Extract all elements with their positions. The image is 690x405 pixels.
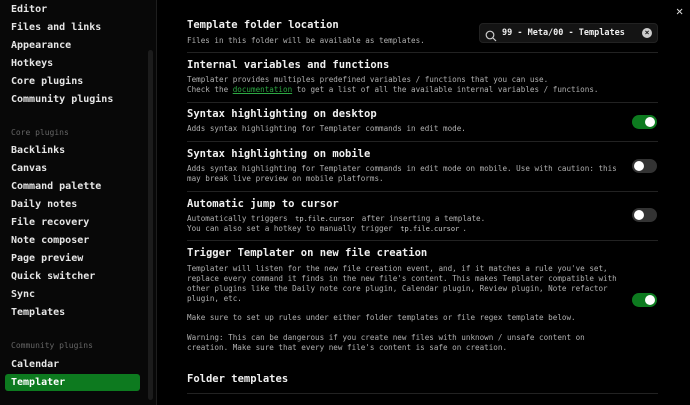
sidebar-item-calendar[interactable]: Calendar: [5, 356, 140, 373]
divider: [187, 102, 658, 103]
sidebar-item-command-palette[interactable]: Command palette: [5, 178, 140, 195]
internal-vars-desc: Templater provides multiples predefined …: [187, 75, 549, 84]
sidebar-item-appearance[interactable]: Appearance: [5, 37, 140, 54]
desc-text: Automatically triggers: [187, 214, 293, 223]
trigger-title: Trigger Templater on new file creation: [187, 247, 428, 259]
syntax-desktop-toggle[interactable]: [632, 115, 657, 129]
sidebar-item-community-plugins[interactable]: Community plugins: [5, 91, 140, 108]
divider: [187, 191, 658, 192]
folder-location-search[interactable]: ×: [479, 23, 658, 43]
toggle-knob: [634, 161, 644, 171]
jump-cursor-title: Automatic jump to cursor: [187, 198, 339, 210]
documentation-link[interactable]: documentation: [233, 85, 292, 94]
folder-location-input[interactable]: [502, 26, 637, 40]
jump-cursor-desc: Automatically triggers tp.file.cursor af…: [187, 214, 485, 224]
syntax-mobile-desc: Adds syntax highlighting for Templater c…: [187, 164, 617, 183]
jump-cursor-desc-2: You can also set a hotkey to manually tr…: [187, 224, 467, 234]
desc-text: to get a list of all the available inter…: [292, 85, 599, 94]
trigger-desc-2: Make sure to set up rules under either f…: [187, 313, 576, 322]
close-icon[interactable]: ✕: [676, 4, 683, 18]
desc-text: Check the: [187, 85, 233, 94]
sidebar-item-daily-notes[interactable]: Daily notes: [5, 196, 140, 213]
sidebar-item-files-and-links[interactable]: Files and links: [5, 19, 140, 36]
code-snippet: tp.file.cursor: [295, 215, 355, 223]
divider: [187, 141, 658, 142]
toggle-knob: [634, 210, 644, 220]
desc-text: after inserting a template.: [357, 214, 486, 223]
settings-content: ✕ Template folder location Files in this…: [158, 0, 690, 405]
sidebar-item-note-composer[interactable]: Note composer: [5, 232, 140, 249]
trigger-toggle[interactable]: [632, 293, 657, 307]
community-plugins-header: Community plugins: [11, 341, 93, 350]
jump-cursor-toggle[interactable]: [632, 208, 657, 222]
toggle-knob: [645, 295, 655, 305]
trigger-warning: Warning: This can be dangerous if you cr…: [187, 333, 585, 352]
sidebar-item-core-plugins[interactable]: Core plugins: [5, 73, 140, 90]
folder-location-title: Template folder location: [187, 19, 339, 31]
folder-location-desc: Files in this folder will be available a…: [187, 36, 425, 45]
sidebar-item-backlinks[interactable]: Backlinks: [5, 142, 140, 159]
divider: [187, 393, 658, 394]
internal-vars-title: Internal variables and functions: [187, 59, 390, 71]
desc-text: You can also set a hotkey to manually tr…: [187, 224, 398, 233]
sidebar-scrollbar[interactable]: [148, 50, 153, 400]
core-plugins-header: Core plugins: [11, 128, 69, 137]
folder-templates-heading: Folder templates: [187, 373, 289, 385]
trigger-desc: Templater will listen for the new file c…: [187, 264, 617, 303]
sidebar-item-templater[interactable]: Templater: [5, 374, 140, 391]
search-icon: [485, 27, 497, 46]
divider: [187, 240, 658, 241]
syntax-desktop-desc: Adds syntax highlighting for Templater c…: [187, 124, 466, 133]
clear-icon[interactable]: ×: [642, 28, 652, 38]
sidebar-item-quick-switcher[interactable]: Quick switcher: [5, 268, 140, 285]
divider: [187, 52, 658, 53]
syntax-mobile-toggle[interactable]: [632, 159, 657, 173]
sidebar-item-file-recovery[interactable]: File recovery: [5, 214, 140, 231]
syntax-mobile-title: Syntax highlighting on mobile: [187, 148, 371, 160]
toggle-knob: [645, 117, 655, 127]
sidebar-item-canvas[interactable]: Canvas: [5, 160, 140, 177]
sidebar-item-sync[interactable]: Sync: [5, 286, 140, 303]
desc-text: .: [462, 224, 467, 233]
syntax-desktop-title: Syntax highlighting on desktop: [187, 108, 377, 120]
internal-vars-desc-2: Check the documentation to get a list of…: [187, 85, 598, 95]
sidebar-item-templates[interactable]: Templates: [5, 304, 140, 321]
sidebar-item-page-preview[interactable]: Page preview: [5, 250, 140, 267]
sidebar-item-hotkeys[interactable]: Hotkeys: [5, 55, 140, 72]
sidebar-item-editor[interactable]: Editor: [5, 1, 140, 18]
code-snippet: tp.file.cursor: [400, 225, 460, 233]
settings-sidebar: Editor Files and links Appearance Hotkey…: [0, 0, 157, 405]
